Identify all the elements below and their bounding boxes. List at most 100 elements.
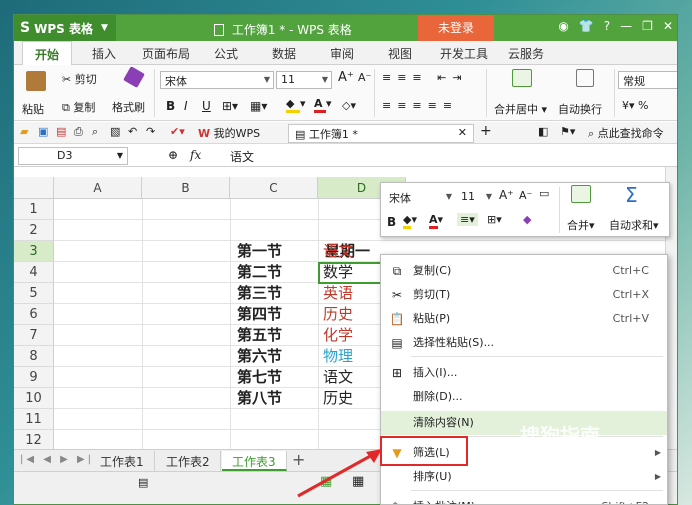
sheet-tab-3[interactable]: 工作表3 <box>222 451 287 471</box>
mini-shrink-font-button[interactable]: A⁻ <box>519 189 532 202</box>
cell-d[interactable]: 历史 <box>320 388 353 409</box>
doc-tab-my-wps[interactable]: W 我的WPS <box>192 124 266 143</box>
mini-grow-font-button[interactable]: A⁺ <box>499 188 514 202</box>
fill-pattern-icon[interactable]: ▦▾ <box>250 99 267 113</box>
paste-button[interactable]: 粘贴 <box>22 101 44 117</box>
tab-cloud[interactable]: 云服务 <box>508 45 544 62</box>
mini-format-icon[interactable]: ▭ <box>539 187 549 200</box>
border-icon[interactable]: ⊞▾ <box>222 99 238 113</box>
mini-bold-button[interactable]: B <box>387 215 396 229</box>
print-icon[interactable]: ⎙ <box>74 125 83 139</box>
formula-input[interactable]: 语文 <box>224 147 675 165</box>
new-tab-icon[interactable]: + <box>480 123 492 139</box>
tab-home[interactable]: 开始 <box>22 41 73 65</box>
tab-page-layout[interactable]: 页面布局 <box>142 45 190 62</box>
format-painter-icon[interactable] <box>123 66 145 88</box>
restore-icon[interactable]: ❐ <box>642 19 653 33</box>
cell-d[interactable]: 历史 <box>320 304 353 325</box>
copy-button[interactable]: ⧉ 复制 <box>62 99 95 115</box>
select-all-corner[interactable] <box>14 177 54 199</box>
login-button[interactable]: 未登录 <box>418 15 494 41</box>
mini-align-icon[interactable]: ≡▾ <box>457 213 478 226</box>
clear-format-icon[interactable]: ◇▾ <box>342 99 356 112</box>
undo-icon[interactable]: ↶ <box>128 125 137 138</box>
menu-item[interactable]: 📋 粘贴(P) Ctrl+V <box>381 307 667 331</box>
menu-item[interactable]: ✂ 剪切(T) Ctrl+X <box>381 283 667 307</box>
mini-merge-icon[interactable] <box>571 185 591 203</box>
merge-center-icon[interactable] <box>512 69 532 87</box>
tab-formulas[interactable]: 公式 <box>214 45 238 62</box>
cell-c[interactable]: 第四节 <box>234 304 282 325</box>
row-header[interactable]: 9 <box>14 367 54 388</box>
sheet-tab-1[interactable]: 工作表1 <box>90 451 155 471</box>
align-vertical-icons[interactable]: ≡≡≡ ⇤⇥ <box>382 71 468 84</box>
mini-font-name[interactable]: 宋体 ▼ <box>385 189 455 207</box>
menu-item[interactable]: ⧉ 复制(C) Ctrl+C <box>381 259 667 283</box>
currency-icon[interactable]: ¥▾ % <box>622 99 648 112</box>
flag-icon[interactable]: ⚑▾ <box>560 125 575 138</box>
cell-c[interactable]: 第一节 <box>234 241 282 262</box>
underline-button[interactable]: U <box>202 99 211 113</box>
font-name-select[interactable]: 宋体 ▼ <box>160 71 274 89</box>
format-painter-button[interactable]: 格式刷 <box>112 99 145 115</box>
close-icon[interactable]: ✕ <box>663 19 673 33</box>
paste-icon[interactable] <box>26 71 46 91</box>
row-header[interactable]: 6 <box>14 304 54 325</box>
menu-item[interactable]: ▤ 选择性粘贴(S)... <box>381 331 667 355</box>
shrink-font-button[interactable]: A⁻ <box>358 71 371 84</box>
row-header[interactable]: 4 <box>14 262 54 283</box>
bold-button[interactable]: B <box>166 99 175 113</box>
mini-autosum-button[interactable]: 自动求和▾ <box>609 217 659 233</box>
font-color-icon[interactable]: A ▾ <box>314 97 332 113</box>
cell-d[interactable]: 英语 <box>320 283 353 304</box>
search-command[interactable]: ⌕ 点此查找命令 <box>588 125 664 141</box>
cell-d[interactable]: 语文 <box>320 367 353 388</box>
mini-fill-color-icon[interactable]: ◆▾ <box>403 213 417 229</box>
row-header[interactable]: 12 <box>14 430 54 451</box>
cell-d[interactable]: 化学 <box>320 325 353 346</box>
export-pdf-icon[interactable]: ▤ <box>56 125 66 138</box>
sheet-tab-2[interactable]: 工作表2 <box>156 451 221 471</box>
mini-font-color-icon[interactable]: A▾ <box>429 213 443 229</box>
fill-color-icon[interactable]: ◆ ▾ <box>286 97 306 113</box>
merge-center-button[interactable]: 合并居中 ▾ <box>494 101 547 117</box>
zoom-icon[interactable]: ⊕ <box>168 148 178 162</box>
wps-app-menu-button[interactable]: S WPS 表格 ▼ <box>14 15 116 41</box>
column-header-c[interactable]: C <box>230 177 318 199</box>
tab-insert[interactable]: 插入 <box>92 45 116 62</box>
number-format-select[interactable]: 常规 <box>618 71 677 89</box>
save-icon[interactable]: ▣ <box>38 125 48 138</box>
insert-function-button[interactable]: fx <box>190 148 201 162</box>
close-tab-icon[interactable]: ✕ <box>458 126 467 139</box>
open-folder-icon[interactable]: ▰ <box>20 125 28 138</box>
cell-d[interactable]: 物理 <box>320 346 353 367</box>
sheet-nav-icons[interactable]: |◀ ◀ ▶ ▶| <box>20 454 94 465</box>
tab-review[interactable]: 审阅 <box>330 45 354 62</box>
sigma-icon[interactable]: Σ <box>625 183 638 207</box>
cell-c[interactable]: 第三节 <box>234 283 282 304</box>
menu-item[interactable]: 排序(U) ▶ <box>381 465 667 489</box>
row-header[interactable]: 1 <box>14 199 54 220</box>
print-preview-icon[interactable]: ⌕ <box>92 125 98 139</box>
mini-border-icon[interactable]: ⊞▾ <box>487 213 502 226</box>
customize-icon[interactable]: ✔▾ <box>170 125 185 138</box>
tab-developer[interactable]: 开发工具 <box>440 45 488 62</box>
skin-icon[interactable]: ◉ <box>558 19 568 33</box>
name-box[interactable]: D3 ▼ <box>18 147 128 165</box>
row-header[interactable]: 11 <box>14 409 54 430</box>
menu-item[interactable]: ⊞ 插入(I)... <box>381 361 667 385</box>
italic-button[interactable]: I <box>184 99 188 113</box>
menu-item[interactable]: 删除(D)... <box>381 385 667 409</box>
font-size-select[interactable]: 11 ▼ <box>276 71 332 89</box>
spellcheck-icon[interactable]: ▧ <box>110 125 120 138</box>
row-header[interactable]: 3 <box>14 241 54 262</box>
row-header[interactable]: 10 <box>14 388 54 409</box>
macro-icon[interactable]: ▤ <box>138 476 148 489</box>
align-horizontal-icons[interactable]: ≡≡≡≡≡ <box>382 99 458 112</box>
mini-format-painter-icon[interactable]: ◆ <box>523 213 531 226</box>
cell-d[interactable]: 语文 <box>320 241 353 262</box>
cell-c[interactable]: 第八节 <box>234 388 282 409</box>
panel-icon[interactable]: ◧ <box>538 125 548 138</box>
cell-c[interactable]: 第七节 <box>234 367 282 388</box>
row-header[interactable]: 2 <box>14 220 54 241</box>
